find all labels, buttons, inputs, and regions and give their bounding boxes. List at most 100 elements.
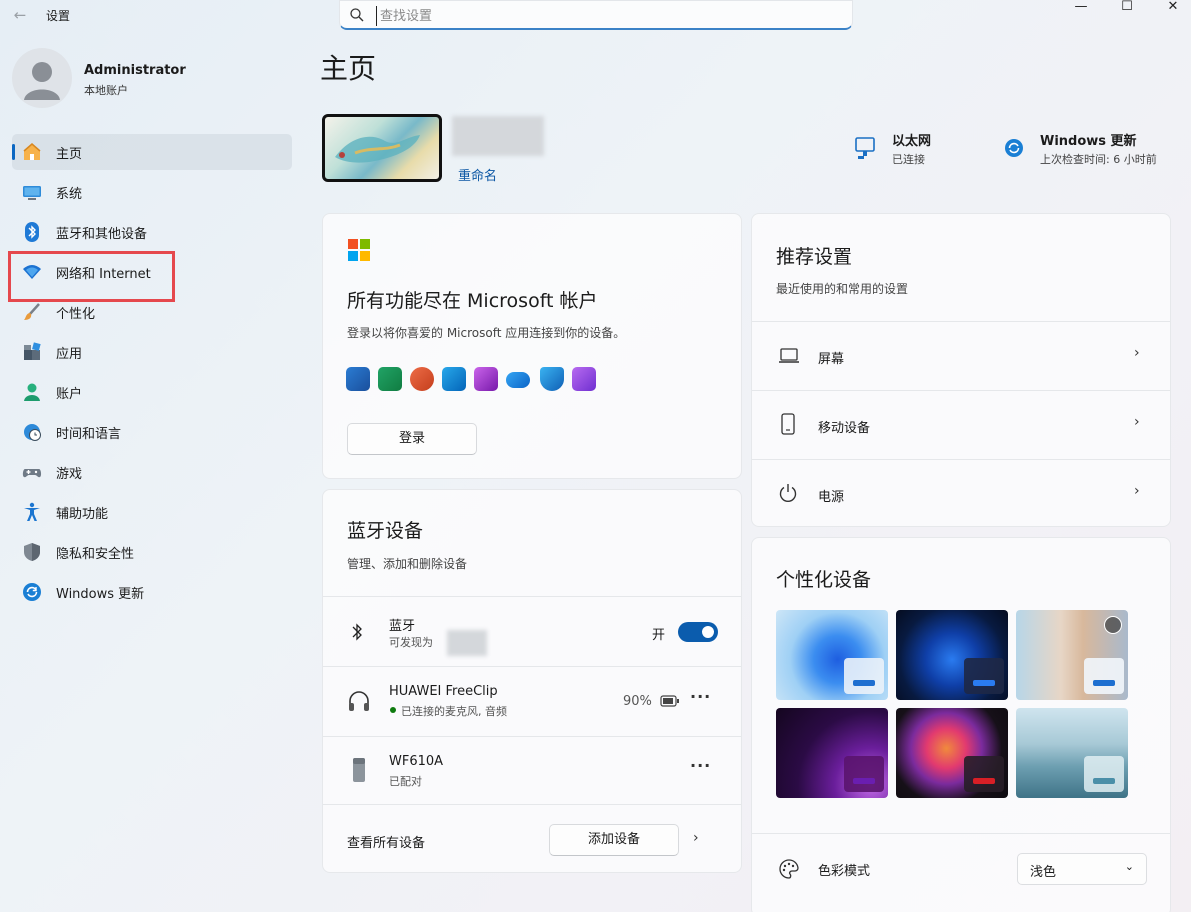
defender-icon — [540, 367, 564, 391]
more-options-button[interactable]: ··· — [690, 756, 711, 775]
pers-card-title: 个性化设备 — [776, 569, 872, 591]
sidebar-item-accounts[interactable]: 账户 — [12, 374, 292, 410]
sidebar-item-label: 游戏 — [56, 467, 83, 482]
person-avatar-icon — [24, 62, 60, 100]
recommended-settings-card: 推荐设置 最近使用的和常用的设置 屏幕 › 移动设备 › 电源 › — [751, 213, 1171, 527]
close-button[interactable]: ✕ — [1150, 0, 1191, 14]
bluetooth-label: 蓝牙 — [389, 619, 416, 634]
setting-row-mobile-devices[interactable]: 移动设备 › — [752, 391, 1170, 459]
sidebar-item-system[interactable]: 系统 — [12, 174, 292, 210]
theme-preview-window — [844, 756, 884, 792]
minimize-button[interactable]: — — [1058, 0, 1104, 14]
sidebar-item-home[interactable]: 主页 — [12, 134, 292, 170]
search-input[interactable] — [376, 6, 836, 26]
bt-card-title: 蓝牙设备 — [347, 520, 424, 542]
color-mode-value: 浅色 — [1030, 865, 1057, 880]
sidebar-item-privacy[interactable]: 隐私和安全性 — [12, 534, 292, 570]
sidebar-item-label: 蓝牙和其他设备 — [56, 227, 148, 242]
sidebar-item-label: 辅助功能 — [56, 507, 109, 522]
update-icon — [1005, 139, 1023, 157]
highlight-annotation — [8, 251, 175, 302]
system-icon — [23, 186, 41, 200]
accessibility-icon — [24, 502, 40, 521]
person-icon — [24, 383, 40, 401]
theme-preview-window — [964, 756, 1004, 792]
sidebar-item-windows-update[interactable]: Windows 更新 — [12, 574, 292, 610]
see-all-devices-link[interactable]: 查看所有设备 — [347, 832, 425, 851]
setting-row-power[interactable]: 电源 › — [752, 460, 1170, 526]
sign-in-button[interactable]: 登录 — [347, 423, 477, 455]
back-button[interactable]: ← — [10, 4, 30, 26]
onedrive-icon — [506, 372, 530, 388]
chevron-down-icon: ⌄ — [1124, 860, 1134, 873]
bluetooth-icon — [352, 623, 362, 641]
laptop-icon — [779, 348, 799, 363]
onenote-icon — [474, 367, 498, 391]
arrow-left-icon: ← — [13, 6, 27, 24]
ethernet-status[interactable]: 以太网 已连接 — [852, 128, 992, 168]
sidebar-item-apps[interactable]: 应用 — [12, 334, 292, 370]
theme-preview-window — [964, 658, 1004, 694]
excel-icon — [378, 367, 402, 391]
slideshow-icon — [1104, 616, 1122, 634]
sidebar-item-label: 隐私和安全性 — [56, 547, 135, 562]
setting-label: 移动设备 — [818, 421, 871, 436]
connected-status-dot — [390, 707, 396, 713]
wallpaper-theme-1[interactable] — [776, 610, 888, 700]
powerpoint-icon — [410, 367, 434, 391]
maximize-icon: ☐ — [1121, 0, 1133, 14]
sidebar-item-bluetooth[interactable]: 蓝牙和其他设备 — [12, 214, 292, 250]
chevron-right-icon: › — [1134, 345, 1140, 361]
update-sub: 上次检查时间: 6 小时前 — [1040, 153, 1157, 166]
bluetooth-devices-card: 蓝牙设备 管理、添加和删除设备 蓝牙 可发现为 开 HUAWEI FreeCli… — [322, 489, 742, 873]
sidebar-item-label: 系统 — [56, 187, 83, 202]
bluetooth-toggle[interactable] — [678, 622, 718, 642]
avatar[interactable] — [12, 48, 72, 108]
divider — [752, 833, 1170, 834]
wallpaper-theme-6[interactable] — [1016, 708, 1128, 798]
device-name: HUAWEI FreeClip — [389, 684, 498, 699]
power-icon — [779, 484, 797, 502]
setting-label: 电源 — [818, 490, 845, 505]
windows-update-status[interactable]: Windows 更新 上次检查时间: 6 小时前 — [1002, 128, 1182, 168]
wallpaper-theme-5[interactable] — [896, 708, 1008, 798]
rename-link[interactable]: 重命名 — [458, 165, 497, 184]
user-name: Administrator — [84, 63, 186, 78]
clipchamp-icon — [572, 367, 596, 391]
sidebar-item-accessibility[interactable]: 辅助功能 — [12, 494, 292, 530]
device-status: 已配对 — [389, 775, 422, 788]
add-device-button[interactable]: 添加设备 — [549, 824, 679, 856]
battery-icon — [660, 695, 679, 707]
device-wallpaper-thumbnail[interactable] — [322, 114, 442, 182]
sidebar-item-gaming[interactable]: 游戏 — [12, 454, 292, 490]
sidebar-item-label: 账户 — [56, 387, 83, 402]
list-item[interactable]: HUAWEI FreeClip 已连接的麦克风, 音频 90% ··· — [323, 667, 741, 735]
device-name-redacted — [447, 630, 487, 656]
page-title: 主页 — [320, 52, 377, 85]
ms-card-subtitle: 登录以将你喜爱的 Microsoft 应用连接到你的设备。 — [347, 326, 626, 340]
ms-card-title: 所有功能尽在 Microsoft 帐户 — [347, 290, 598, 312]
sidebar-item-time-language[interactable]: 时间和语言 — [12, 414, 292, 450]
wallpaper-theme-4[interactable] — [776, 708, 888, 798]
home-icon — [23, 143, 41, 160]
wallpaper-theme-2[interactable] — [896, 610, 1008, 700]
search-box[interactable] — [339, 0, 853, 30]
wallpaper-theme-3[interactable] — [1016, 610, 1128, 700]
device-name: WF610A — [389, 754, 444, 769]
ethernet-sub: 已连接 — [892, 153, 925, 166]
user-account-type: 本地账户 — [84, 84, 128, 97]
outlook-icon — [442, 367, 466, 391]
chevron-right-icon[interactable]: › — [693, 830, 699, 846]
list-item[interactable]: WF610A 已配对 ··· — [323, 737, 741, 803]
gamepad-icon — [22, 469, 42, 478]
microsoft-account-card: 所有功能尽在 Microsoft 帐户 登录以将你喜爱的 Microsoft 应… — [322, 213, 742, 479]
color-mode-label: 色彩模式 — [818, 864, 871, 879]
more-options-button[interactable]: ··· — [690, 687, 711, 706]
sidebar-item-label: Windows 更新 — [56, 587, 145, 602]
close-icon: ✕ — [1167, 0, 1179, 14]
maximize-button[interactable]: ☐ — [1104, 0, 1150, 14]
bluetooth-icon — [25, 222, 39, 242]
color-mode-dropdown[interactable]: 浅色 ⌄ — [1017, 853, 1147, 885]
setting-row-display[interactable]: 屏幕 › — [752, 322, 1170, 390]
theme-preview-window — [1084, 756, 1124, 792]
